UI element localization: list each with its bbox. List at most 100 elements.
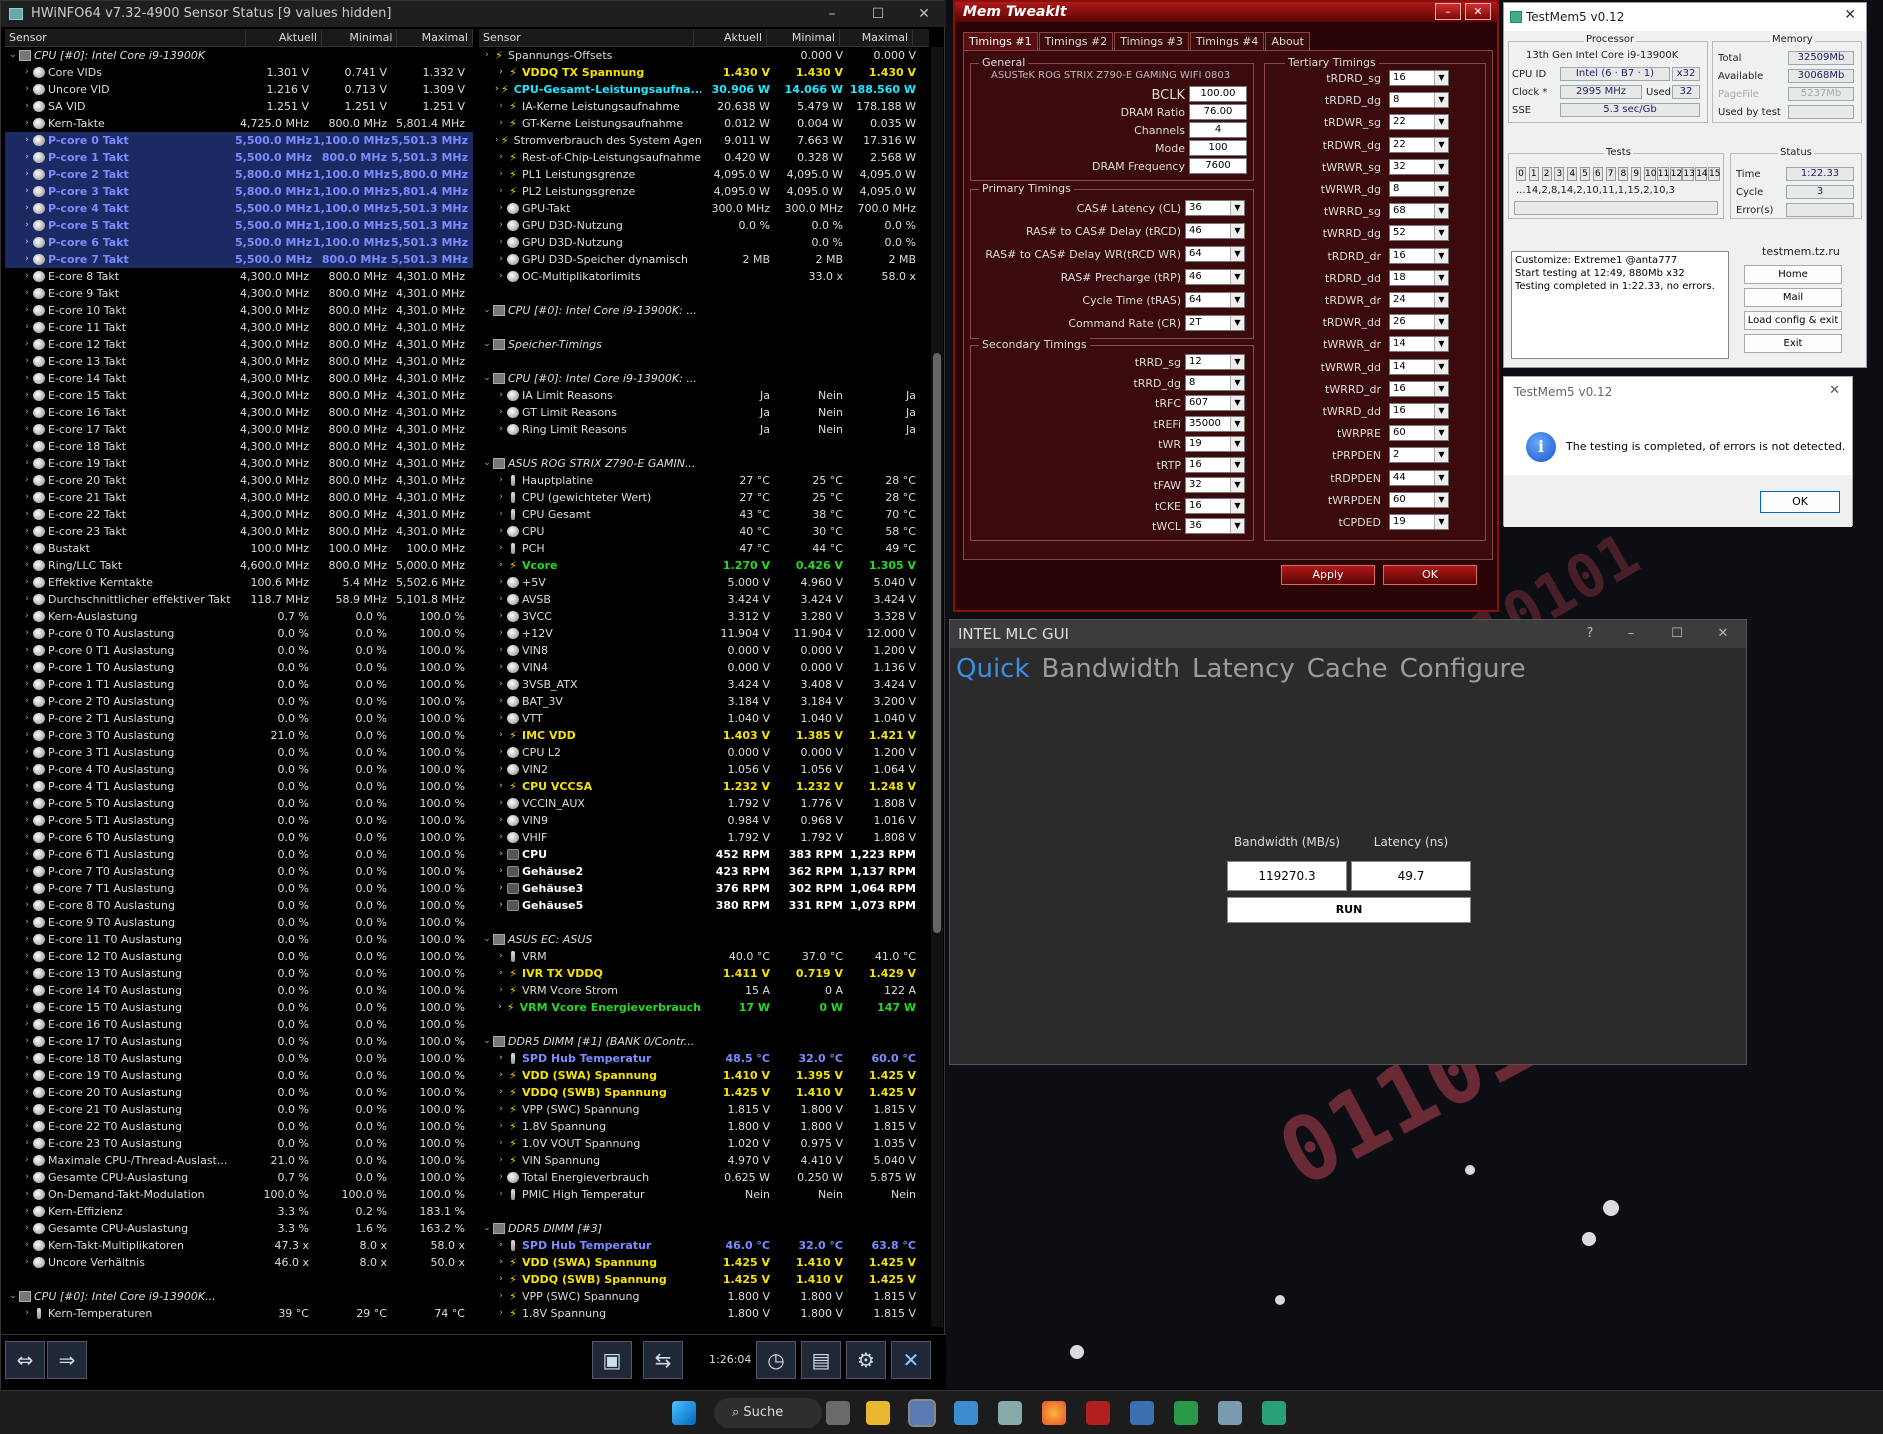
monitor-icon[interactable]: ▣	[592, 1341, 632, 1379]
chevron-icon[interactable]: ›	[495, 523, 507, 540]
chevron-icon[interactable]: ›	[21, 914, 33, 931]
chevron-icon[interactable]: ›	[21, 812, 33, 829]
sensor-row[interactable]: › Gehäuse3 376 RPM 302 RPM 1,064 RPM	[479, 880, 929, 897]
test-checkbox[interactable]: 13	[1682, 167, 1695, 181]
chevron-icon[interactable]: ›	[21, 370, 33, 387]
close-icon[interactable]: ✕	[1700, 620, 1746, 648]
help-icon[interactable]: ?	[1572, 620, 1608, 648]
chevron-down-icon[interactable]: ▼	[1230, 316, 1244, 330]
chevron-down-icon[interactable]: ▼	[1434, 270, 1448, 285]
chevron-icon[interactable]: ›	[495, 166, 507, 183]
tab-timings-5[interactable]: About	[1265, 32, 1310, 50]
chevron-down-icon[interactable]: ▼	[1434, 159, 1448, 174]
chevron-down-icon[interactable]: ▼	[1230, 437, 1244, 451]
sensor-row[interactable]: › +5V 5.000 V 4.960 V 5.040 V	[479, 574, 929, 591]
chevron-icon[interactable]: ›	[21, 1305, 33, 1322]
sensor-row[interactable]: › P-core 4 Takt 5,500.0 MHz 1,100.0 MHz 5,50…	[5, 200, 473, 217]
chevron-icon[interactable]: ›	[495, 1186, 507, 1203]
timing-value[interactable]: 16 ▼	[1389, 380, 1449, 397]
close-icon[interactable]: ✕	[1844, 7, 1856, 23]
chevron-icon[interactable]: ›	[495, 200, 507, 217]
chevron-icon[interactable]: ›	[21, 455, 33, 472]
sensor-row[interactable]: › E-core 21 T0 Auslastung 0.0 % 0.0 % 100.0 …	[5, 1101, 473, 1118]
sensor-row[interactable]: › VCCIN_AUX 1.792 V 1.776 V 1.808 V	[479, 795, 929, 812]
sensor-row[interactable]: › E-core 21 Takt 4,300.0 MHz 800.0 MHz 4,301…	[5, 489, 473, 506]
sensor-row[interactable]: › E-core 20 T0 Auslastung 0.0 % 0.0 % 100.0 …	[5, 1084, 473, 1101]
sensor-row[interactable]: › Kern-Takt-Multiplikatoren 47.3 x 8.0 x 58.…	[5, 1237, 473, 1254]
tab-timings-2[interactable]: Timings #2	[1038, 32, 1114, 50]
chevron-icon[interactable]: ›	[21, 489, 33, 506]
memtweakit-taskbar-icon[interactable]	[1086, 1401, 1110, 1425]
sensor-row[interactable]: › P-core 3 Takt 5,800.0 MHz 1,100.0 MHz 5,80…	[5, 183, 473, 200]
chevron-icon[interactable]: ›	[495, 897, 507, 914]
sensor-row[interactable]: › ⚡ 1.8V Spannung 1.800 V 1.800 V 1.815 V	[479, 1305, 929, 1322]
sensor-row[interactable]: › ⚡ PL1 Leistungsgrenze 4,095.0 W 4,095.0 W 4…	[479, 166, 929, 183]
timing-value[interactable]: 100.00	[1189, 86, 1247, 102]
clock-icon[interactable]: ◷	[756, 1341, 796, 1379]
chevron-down-icon[interactable]: ▼	[1230, 396, 1244, 410]
chevron-icon[interactable]: ›	[21, 268, 33, 285]
chevron-icon[interactable]: ›	[21, 1050, 33, 1067]
chevron-down-icon[interactable]: ▼	[1434, 93, 1448, 108]
sensor-row[interactable]: › E-core 22 T0 Auslastung 0.0 % 0.0 % 100.0 …	[5, 1118, 473, 1135]
sensor-row[interactable]: › Gehäuse5 380 RPM 331 RPM 1,073 RPM	[479, 897, 929, 914]
sensor-row[interactable]: › E-core 18 Takt 4,300.0 MHz 800.0 MHz 4,301…	[5, 438, 473, 455]
sensor-row[interactable]: › E-core 10 Takt 4,300.0 MHz 800.0 MHz 4,301…	[5, 302, 473, 319]
sensor-row[interactable]: › ⚡ Spannungs-Offsets 0.000 V 0.000 V	[479, 47, 929, 64]
chevron-icon[interactable]: ⌄	[481, 931, 493, 948]
sensor-row[interactable]: › ⚡ 1.8V Spannung 1.800 V 1.800 V 1.815 V	[479, 1118, 929, 1135]
sensor-row[interactable]: › ⚡ IMC VDD 1.403 V 1.385 V 1.421 V	[479, 727, 929, 744]
chevron-down-icon[interactable]: ▼	[1434, 492, 1448, 507]
chevron-icon[interactable]: ›	[495, 948, 507, 965]
chevron-icon[interactable]: ›	[21, 591, 33, 608]
close-icon[interactable]: ✕	[1465, 3, 1491, 20]
sensor-row[interactable]: › Kern-Auslastung 0.7 % 0.0 % 100.0 %	[5, 608, 473, 625]
navigate-right-icon[interactable]: ⇒	[47, 1341, 87, 1379]
chevron-icon[interactable]: ›	[21, 387, 33, 404]
chevron-icon[interactable]: ›	[21, 1220, 33, 1237]
chevron-icon[interactable]: ›	[495, 506, 507, 523]
sensor-row[interactable]: › Uncore VID 1.216 V 0.713 V 1.309 V	[5, 81, 473, 98]
firefox-icon[interactable]	[1042, 1401, 1066, 1425]
chevron-down-icon[interactable]: ▼	[1434, 293, 1448, 307]
chevron-icon[interactable]: ›	[495, 625, 507, 642]
chevron-icon[interactable]: ›	[21, 659, 33, 676]
sensor-row[interactable]: › OC-Multiplikatorlimits 33.0 x 58.0 x	[479, 268, 929, 285]
timing-value[interactable]: 8 ▼	[1185, 374, 1245, 391]
sensor-row[interactable]: › P-core 6 Takt 5,500.0 MHz 1,100.0 MHz 5,50…	[5, 234, 473, 251]
sensor-row[interactable]: › ⚡ VIN Spannung 4.970 V 4.410 V 5.040 V	[479, 1152, 929, 1169]
chevron-down-icon[interactable]: ▼	[1230, 247, 1244, 261]
sensor-row[interactable]: › IA Limit Reasons Ja Nein Ja	[479, 387, 929, 404]
chevron-down-icon[interactable]: ▼	[1230, 375, 1244, 390]
sensor-row[interactable]: › ⚡ VDDQ (SWB) Spannung 1.425 V 1.410 V 1.425…	[479, 1271, 929, 1288]
chevron-down-icon[interactable]: ▼	[1434, 204, 1448, 219]
sensor-row[interactable]: › ⚡ VDDQ (SWB) Spannung 1.425 V 1.410 V 1.425…	[479, 1084, 929, 1101]
chevron-icon[interactable]: ›	[21, 642, 33, 659]
col-max[interactable]: Maximal	[397, 29, 473, 46]
chevron-icon[interactable]: ›	[495, 489, 507, 506]
load-config-exit-button[interactable]: Load config & exit	[1744, 311, 1842, 330]
sensor-group-row[interactable]: ⌄ DDR5 DIMM [#1] (BANK 0/Contr...	[479, 1033, 929, 1050]
test-checkbox[interactable]: 4	[1567, 167, 1578, 181]
chevron-icon[interactable]: ›	[495, 676, 507, 693]
timing-value[interactable]: 44 ▼	[1389, 469, 1449, 486]
sensor-row[interactable]: › E-core 11 T0 Auslastung 0.0 % 0.0 % 100.0 …	[5, 931, 473, 948]
sensor-row[interactable]: › GPU D3D-Nutzung 0.0 % 0.0 % 0.0 %	[479, 217, 929, 234]
timing-value[interactable]: 32 ▼	[1185, 477, 1245, 493]
sensor-row[interactable]: › CPU Gesamt 43 °C 38 °C 70 °C	[479, 506, 929, 523]
chevron-icon[interactable]: ›	[495, 217, 507, 234]
sensor-row[interactable]: › E-core 14 T0 Auslastung 0.0 % 0.0 % 100.0 …	[5, 982, 473, 999]
sensor-row[interactable]: › E-core 17 Takt 4,300.0 MHz 800.0 MHz 4,301…	[5, 421, 473, 438]
chevron-icon[interactable]: ›	[495, 1271, 507, 1288]
sensor-row[interactable]: › P-core 4 T1 Auslastung 0.0 % 0.0 % 100.0 %	[5, 778, 473, 795]
tab-configure[interactable]: Configure	[1400, 654, 1526, 684]
chevron-icon[interactable]: ›	[21, 336, 33, 353]
sensor-row[interactable]: › ⚡ IA-Kerne Leistungsaufnahme 20.638 W 5.47…	[479, 98, 929, 115]
chevron-icon[interactable]: ›	[21, 98, 33, 115]
chevron-down-icon[interactable]: ▼	[1230, 498, 1244, 513]
chevron-icon[interactable]: ›	[21, 880, 33, 897]
timing-value[interactable]: 26 ▼	[1389, 314, 1449, 331]
chevron-icon[interactable]: ›	[495, 183, 507, 200]
sensor-row[interactable]: › SPD Hub Temperatur 48.5 °C 32.0 °C 60.0 °C	[479, 1050, 929, 1067]
sensor-row[interactable]: › E-core 20 Takt 4,300.0 MHz 800.0 MHz 4,301…	[5, 472, 473, 489]
